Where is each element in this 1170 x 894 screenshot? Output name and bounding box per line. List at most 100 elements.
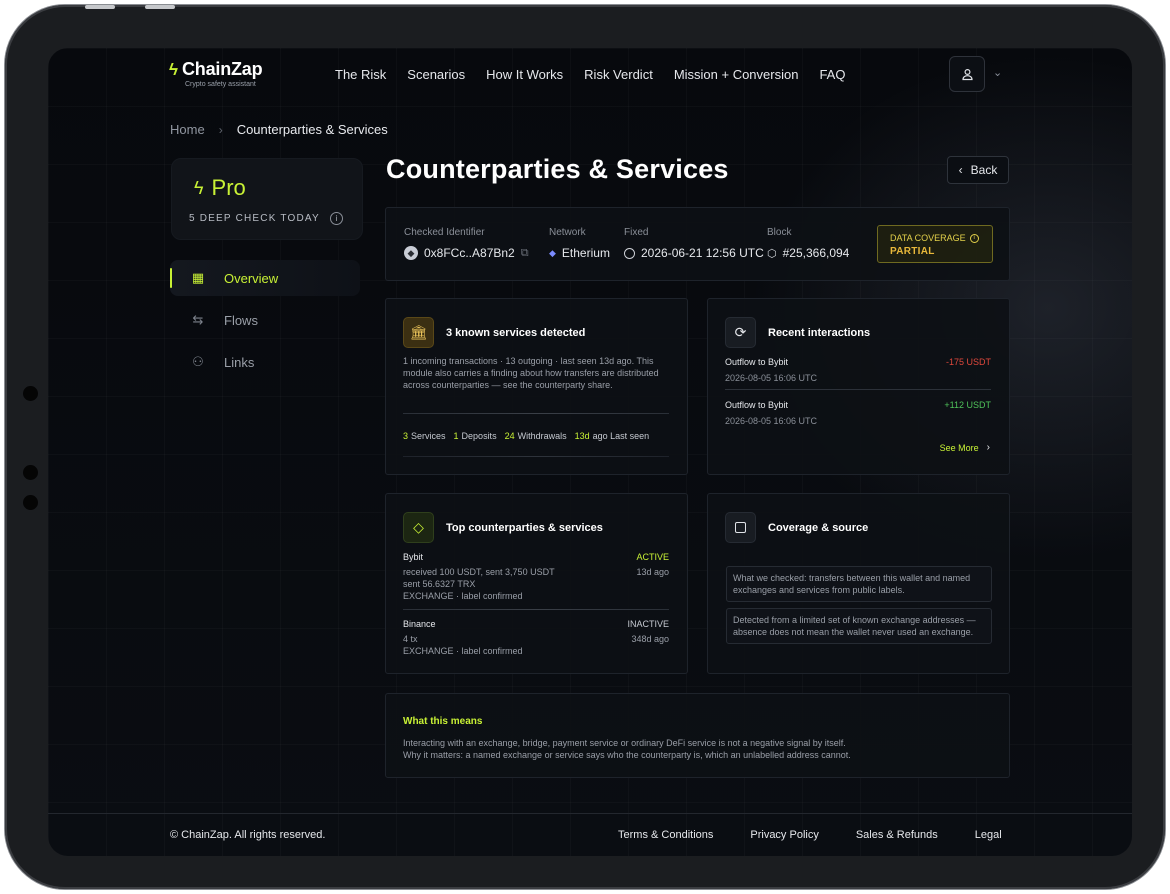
stat-label: Withdrawals: [517, 431, 567, 441]
ethereum-diamond-icon: ◆: [549, 247, 556, 258]
interaction-date: 2026-08-05 16:06 UTC: [725, 416, 818, 426]
stat-label: Services: [411, 431, 446, 441]
interaction-date: 2026-08-05 16:06 UTC: [725, 373, 818, 383]
card-title: 3 known services detected: [446, 326, 586, 339]
grid-icon: ▦: [191, 270, 205, 285]
bank-icon: 🏛: [403, 317, 434, 348]
arrows-icon: ⇆: [192, 312, 204, 327]
chevron-left-icon: ‹: [958, 163, 963, 177]
counterparty-item[interactable]: Binance 4 tx EXCHANGE · label confirmed …: [403, 618, 669, 657]
counterparty-detail: 4 tx: [403, 634, 418, 644]
chevron-down-icon[interactable]: ⌄: [993, 66, 1002, 79]
hardware-button: [145, 5, 175, 9]
footer-links: Terms & Conditions Privacy Policy Sales …: [618, 829, 1002, 841]
sidebar-item-flows[interactable]: ⇆ Flows: [170, 302, 360, 338]
interaction-amount: +112 USDT: [944, 400, 991, 410]
services-description: 1 incoming transactions · 13 outgoing · …: [403, 356, 659, 390]
camera-icon: [23, 465, 38, 480]
main-nav: The Risk Scenarios How It Works Risk Ver…: [335, 67, 866, 82]
counterparty-last-seen: 13d ago: [636, 567, 669, 577]
card-title: Coverage & source: [768, 521, 869, 534]
hardware-button: [85, 5, 115, 9]
coverage-source-card: Coverage & source What we checked: trans…: [707, 493, 1010, 674]
breadcrumb: Home › Counterparties & Services: [170, 122, 388, 137]
stat-number: 13d: [574, 431, 590, 441]
card-title: Recent interactions: [768, 326, 871, 339]
counterparty-label: EXCHANGE · label confirmed: [403, 646, 523, 656]
stat-number: 1: [453, 431, 459, 441]
block-value: #25,366,094: [782, 246, 850, 260]
back-button[interactable]: ‹ Back: [947, 156, 1009, 184]
ethereum-icon: ◆: [404, 246, 418, 260]
bolt-icon: ϟ: [194, 177, 204, 198]
copy-icon[interactable]: ⧉: [521, 247, 529, 260]
info-icon[interactable]: i: [969, 233, 979, 243]
stat-number: 24: [504, 431, 515, 441]
camera-icon: [23, 495, 38, 510]
tablet-frame: ϟ ChainZap Crypto safety assistant The R…: [5, 5, 1165, 889]
sidebar-item-label: Overview: [224, 270, 279, 286]
brand-name: ChainZap: [182, 59, 263, 79]
coverage-value: PARTIAL: [890, 246, 935, 257]
footer-link-privacy[interactable]: Privacy Policy: [750, 829, 818, 841]
sidebar-item-label: Links: [224, 354, 255, 370]
top-counterparties-card: ◇ Top counterparties & services Bybit re…: [385, 493, 688, 674]
sidebar-item-label: Flows: [224, 312, 258, 328]
recent-interactions-card: ⟳ Recent interactions Outflow to Bybit 2…: [707, 298, 1010, 475]
nav-faq[interactable]: FAQ: [819, 67, 845, 82]
see-more-link[interactable]: See More ›: [940, 442, 990, 453]
stat-label: Deposits: [461, 431, 497, 441]
see-more-label: See More: [939, 442, 979, 453]
bolt-icon: ϟ: [169, 60, 178, 79]
nav-risk-verdict[interactable]: Risk Verdict: [584, 67, 653, 82]
clock-icon: [624, 247, 635, 259]
copyright: © ChainZap. All rights reserved.: [170, 829, 326, 841]
identifier-summary: Checked Identifier ◆ 0x8FCc..A87Bn2 ⧉ Ne…: [385, 207, 1010, 281]
status-badge: INACTIVE: [627, 619, 669, 629]
chevron-right-icon: ›: [218, 122, 223, 137]
brand-logo[interactable]: ϟ ChainZap Crypto safety assistant: [169, 59, 263, 88]
stat-number: 3: [403, 431, 409, 441]
info-icon[interactable]: i: [329, 212, 343, 225]
nav-mission-conversion[interactable]: Mission + Conversion: [674, 67, 799, 82]
network-value: Etherium: [561, 246, 610, 260]
interaction-amount: -175 USDT: [945, 357, 991, 367]
network-label: Network: [549, 227, 586, 238]
camera-icon: [23, 386, 38, 401]
breadcrumb-home[interactable]: Home: [170, 122, 205, 137]
block-label: Block: [767, 227, 792, 238]
user-icon: [961, 68, 973, 80]
services-stats: 3 Services 1 Deposits 24 Withdrawals 13d ago…: [403, 431, 649, 441]
counterparty-item[interactable]: Bybit received 100 USDT, sent 3,750 USDT…: [403, 551, 669, 602]
known-services-card: 🏛 3 known services detected 1 incoming t…: [385, 298, 688, 475]
identifier-value: 0x8FCc..A87Bn2: [424, 246, 515, 260]
status-badge: ACTIVE: [636, 552, 669, 562]
footer-link-terms[interactable]: Terms & Conditions: [618, 829, 713, 841]
fixed-label: Fixed: [624, 227, 649, 238]
meaning-text: Why it matters: a named exchange or serv…: [403, 750, 851, 760]
data-coverage-badge: DATA COVERAGE i PARTIAL: [877, 225, 993, 263]
interaction-item[interactable]: Outflow to Bybit 2026-08-05 16:06 UTC -1…: [725, 357, 991, 383]
back-label: Back: [970, 163, 998, 177]
coverage-checked: What we checked: transfers between this …: [726, 566, 992, 602]
plan-name: Pro: [211, 175, 246, 200]
footer-link-refunds[interactable]: Sales & Refunds: [856, 829, 938, 841]
card-title: What this means: [403, 716, 483, 727]
sidebar-item-links[interactable]: ⚇ Links: [170, 344, 360, 380]
nav-scenarios[interactable]: Scenarios: [407, 67, 465, 82]
coverage-label: DATA COVERAGE: [890, 233, 966, 243]
app-screen: ϟ ChainZap Crypto safety assistant The R…: [48, 48, 1132, 856]
footer-link-legal[interactable]: Legal: [975, 829, 1002, 841]
nav-how-it-works[interactable]: How It Works: [486, 67, 563, 82]
interaction-item[interactable]: Outflow to Bybit 2026-08-05 16:06 UTC +1…: [725, 400, 991, 426]
card-title: Top counterparties & services: [446, 521, 603, 534]
fixed-value: 2026-06-21 12:56 UTC: [641, 246, 764, 260]
nav-the-risk[interactable]: The Risk: [335, 67, 386, 82]
user-menu-button[interactable]: [949, 56, 985, 92]
diamond-icon: ◇: [403, 512, 434, 543]
sidebar-item-overview[interactable]: ▦ Overview: [170, 260, 360, 296]
counterparty-name: Bybit: [403, 552, 424, 562]
stat-label: ago Last seen: [592, 431, 650, 441]
cube-icon: ⬡: [767, 247, 777, 260]
users-icon: ⚇: [192, 354, 204, 369]
